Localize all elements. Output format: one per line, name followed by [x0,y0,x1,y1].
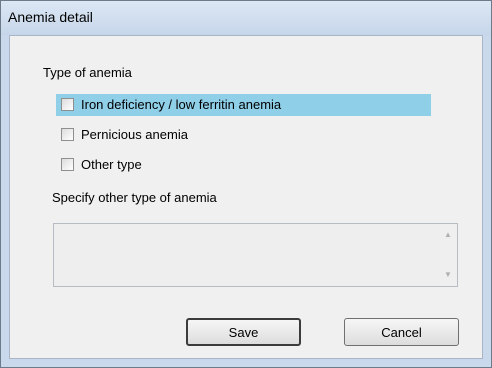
save-button[interactable]: Save [186,318,301,346]
other-type-checkbox[interactable] [61,158,74,171]
pernicious-checkbox[interactable] [61,128,74,141]
cancel-button[interactable]: Cancel [344,318,459,346]
type-of-anemia-label: Type of anemia [43,65,132,80]
dialog-content: Type of anemia Iron deficiency / low fer… [9,35,483,359]
other-type-label: Other type [81,157,142,172]
dialog-window: Anemia detail Type of anemia Iron defici… [0,0,492,368]
iron-deficiency-label: Iron deficiency / low ferritin anemia [81,97,282,112]
window-title: Anemia detail [8,9,93,25]
specify-other-type-textarea[interactable]: ▲ ▼ [53,223,458,287]
option-iron-deficiency[interactable]: Iron deficiency / low ferritin anemia [56,94,431,116]
iron-deficiency-checkbox[interactable] [61,98,74,111]
title-bar[interactable]: Anemia detail [1,1,491,35]
textarea-scrollbar[interactable]: ▲ ▼ [440,224,457,286]
scroll-down-arrow-icon[interactable]: ▼ [444,271,452,279]
specify-other-type-label: Specify other type of anemia [52,190,217,205]
scroll-up-arrow-icon[interactable]: ▲ [444,231,452,239]
pernicious-label: Pernicious anemia [81,127,188,142]
